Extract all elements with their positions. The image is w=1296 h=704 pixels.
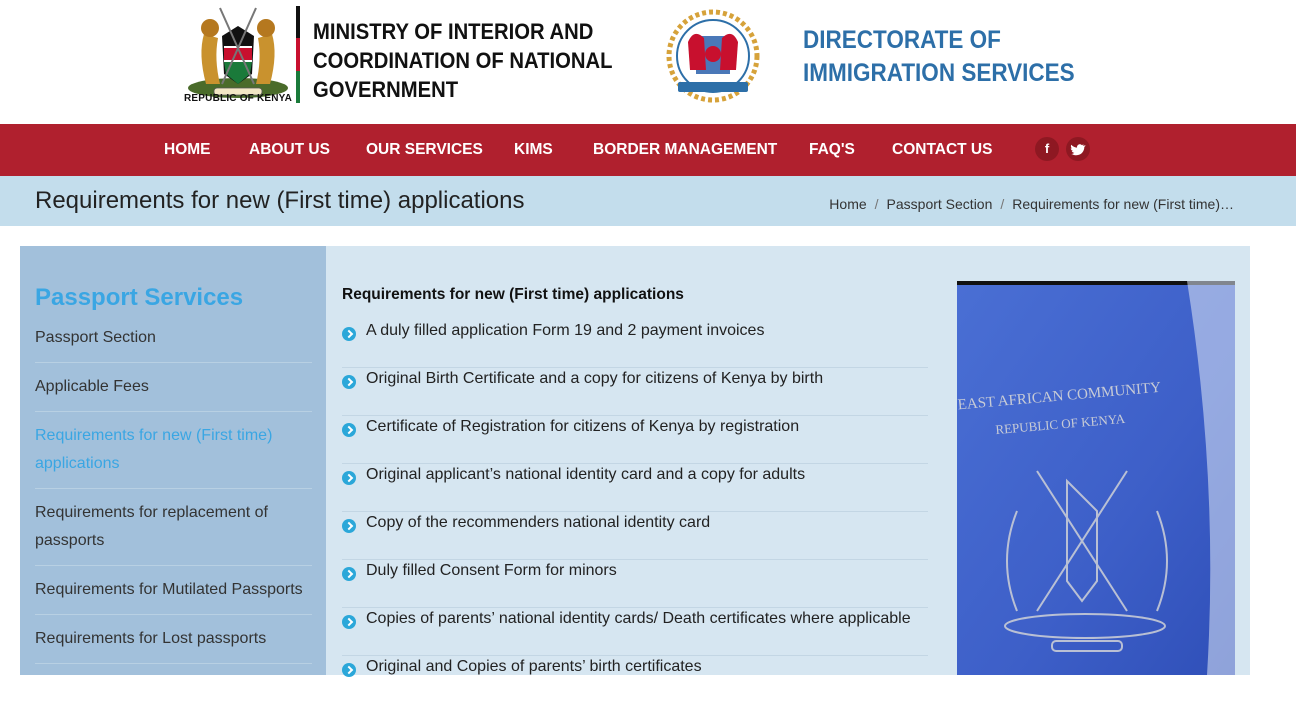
- chevron-right-icon: [342, 615, 356, 629]
- list-item: Certificate of Registration for citizens…: [342, 416, 928, 464]
- chevron-right-icon: [342, 423, 356, 437]
- sidebar-item-applicable-fees[interactable]: Applicable Fees: [35, 373, 312, 412]
- requirements-list: A duly filled application Form 19 and 2 …: [342, 320, 928, 704]
- list-item: Copies of parents’ national identity car…: [342, 608, 928, 656]
- breadcrumb-separator: /: [1000, 196, 1005, 212]
- sidebar-list: Passport Section Applicable Fees Require…: [35, 324, 312, 674]
- content-area: Passport Services Passport Section Appli…: [20, 246, 1250, 677]
- kenya-flag-bar: [296, 6, 300, 104]
- nav-faqs[interactable]: FAQ'S: [809, 124, 855, 176]
- main-content: Requirements for new (First time) applic…: [342, 246, 928, 677]
- nav-border-management[interactable]: BORDER MANAGEMENT: [593, 124, 777, 176]
- nav-contact-us[interactable]: CONTACT US: [892, 124, 992, 176]
- immigration-logo-icon[interactable]: [660, 8, 766, 104]
- twitter-icon[interactable]: [1066, 137, 1090, 161]
- nav-home[interactable]: HOME: [164, 124, 211, 176]
- breadcrumb-current: Requirements for new (First time)…: [1012, 196, 1234, 212]
- breadcrumb-separator: /: [874, 196, 879, 212]
- nav-kims[interactable]: KIMS: [514, 124, 553, 176]
- chevron-right-icon: [342, 327, 356, 341]
- sidebar-item-lost[interactable]: Requirements for Lost passports: [35, 625, 312, 664]
- requirements-heading: Requirements for new (First time) applic…: [342, 286, 684, 303]
- chevron-right-icon: [342, 375, 356, 389]
- breadcrumb: Home / Passport Section / Requirements for n…: [829, 196, 1234, 212]
- list-item: A duly filled application Form 19 and 2 …: [342, 320, 928, 368]
- list-item: Original Birth Certificate and a copy fo…: [342, 368, 928, 416]
- sidebar-item-passport-section[interactable]: Passport Section: [35, 324, 312, 363]
- list-item: Copy of the recommenders national identi…: [342, 512, 928, 560]
- chevron-right-icon: [342, 471, 356, 485]
- list-item: Original and Copies of parents’ birth ce…: [342, 656, 928, 704]
- breadcrumb-home[interactable]: Home: [829, 196, 866, 212]
- breadcrumb-passport-section[interactable]: Passport Section: [887, 196, 993, 212]
- sidebar-title: Passport Services: [35, 284, 244, 311]
- site-header: REPUBLIC OF KENYA MINISTRY OF INTERIOR A…: [0, 0, 1296, 124]
- sidebar-item-new-applications[interactable]: Requirements for new (First time) applic…: [35, 422, 312, 489]
- nav-about-us[interactable]: ABOUT US: [249, 124, 330, 176]
- ministry-name[interactable]: MINISTRY OF INTERIOR AND COORDINATION OF…: [313, 17, 612, 104]
- sidebar-item-replacement[interactable]: Requirements for replacement of passport…: [35, 499, 312, 566]
- coat-caption: REPUBLIC OF KENYA: [184, 93, 293, 104]
- list-item: Duly filled Consent Form for minors: [342, 560, 928, 608]
- nav-our-services[interactable]: OUR SERVICES: [366, 124, 483, 176]
- chevron-right-icon: [342, 567, 356, 581]
- page-title: Requirements for new (First time) applic…: [35, 187, 525, 214]
- facebook-icon[interactable]: f: [1035, 137, 1059, 161]
- list-item: Original applicant’s national identity c…: [342, 464, 928, 512]
- sidebar: Passport Services Passport Section Appli…: [20, 246, 326, 675]
- chevron-right-icon: [342, 519, 356, 533]
- main-nav: HOME ABOUT US OUR SERVICES KIMS BORDER M…: [0, 124, 1296, 176]
- sidebar-item-mutilated[interactable]: Requirements for Mutilated Passports: [35, 576, 312, 615]
- directorate-name[interactable]: DIRECTORATE OF IMMIGRATION SERVICES: [803, 24, 1075, 90]
- page-title-bar: Requirements for new (First time) applic…: [0, 176, 1296, 226]
- passport-photo: EAST AFRICAN COMMUNITY REPUBLIC OF KENYA: [957, 281, 1235, 675]
